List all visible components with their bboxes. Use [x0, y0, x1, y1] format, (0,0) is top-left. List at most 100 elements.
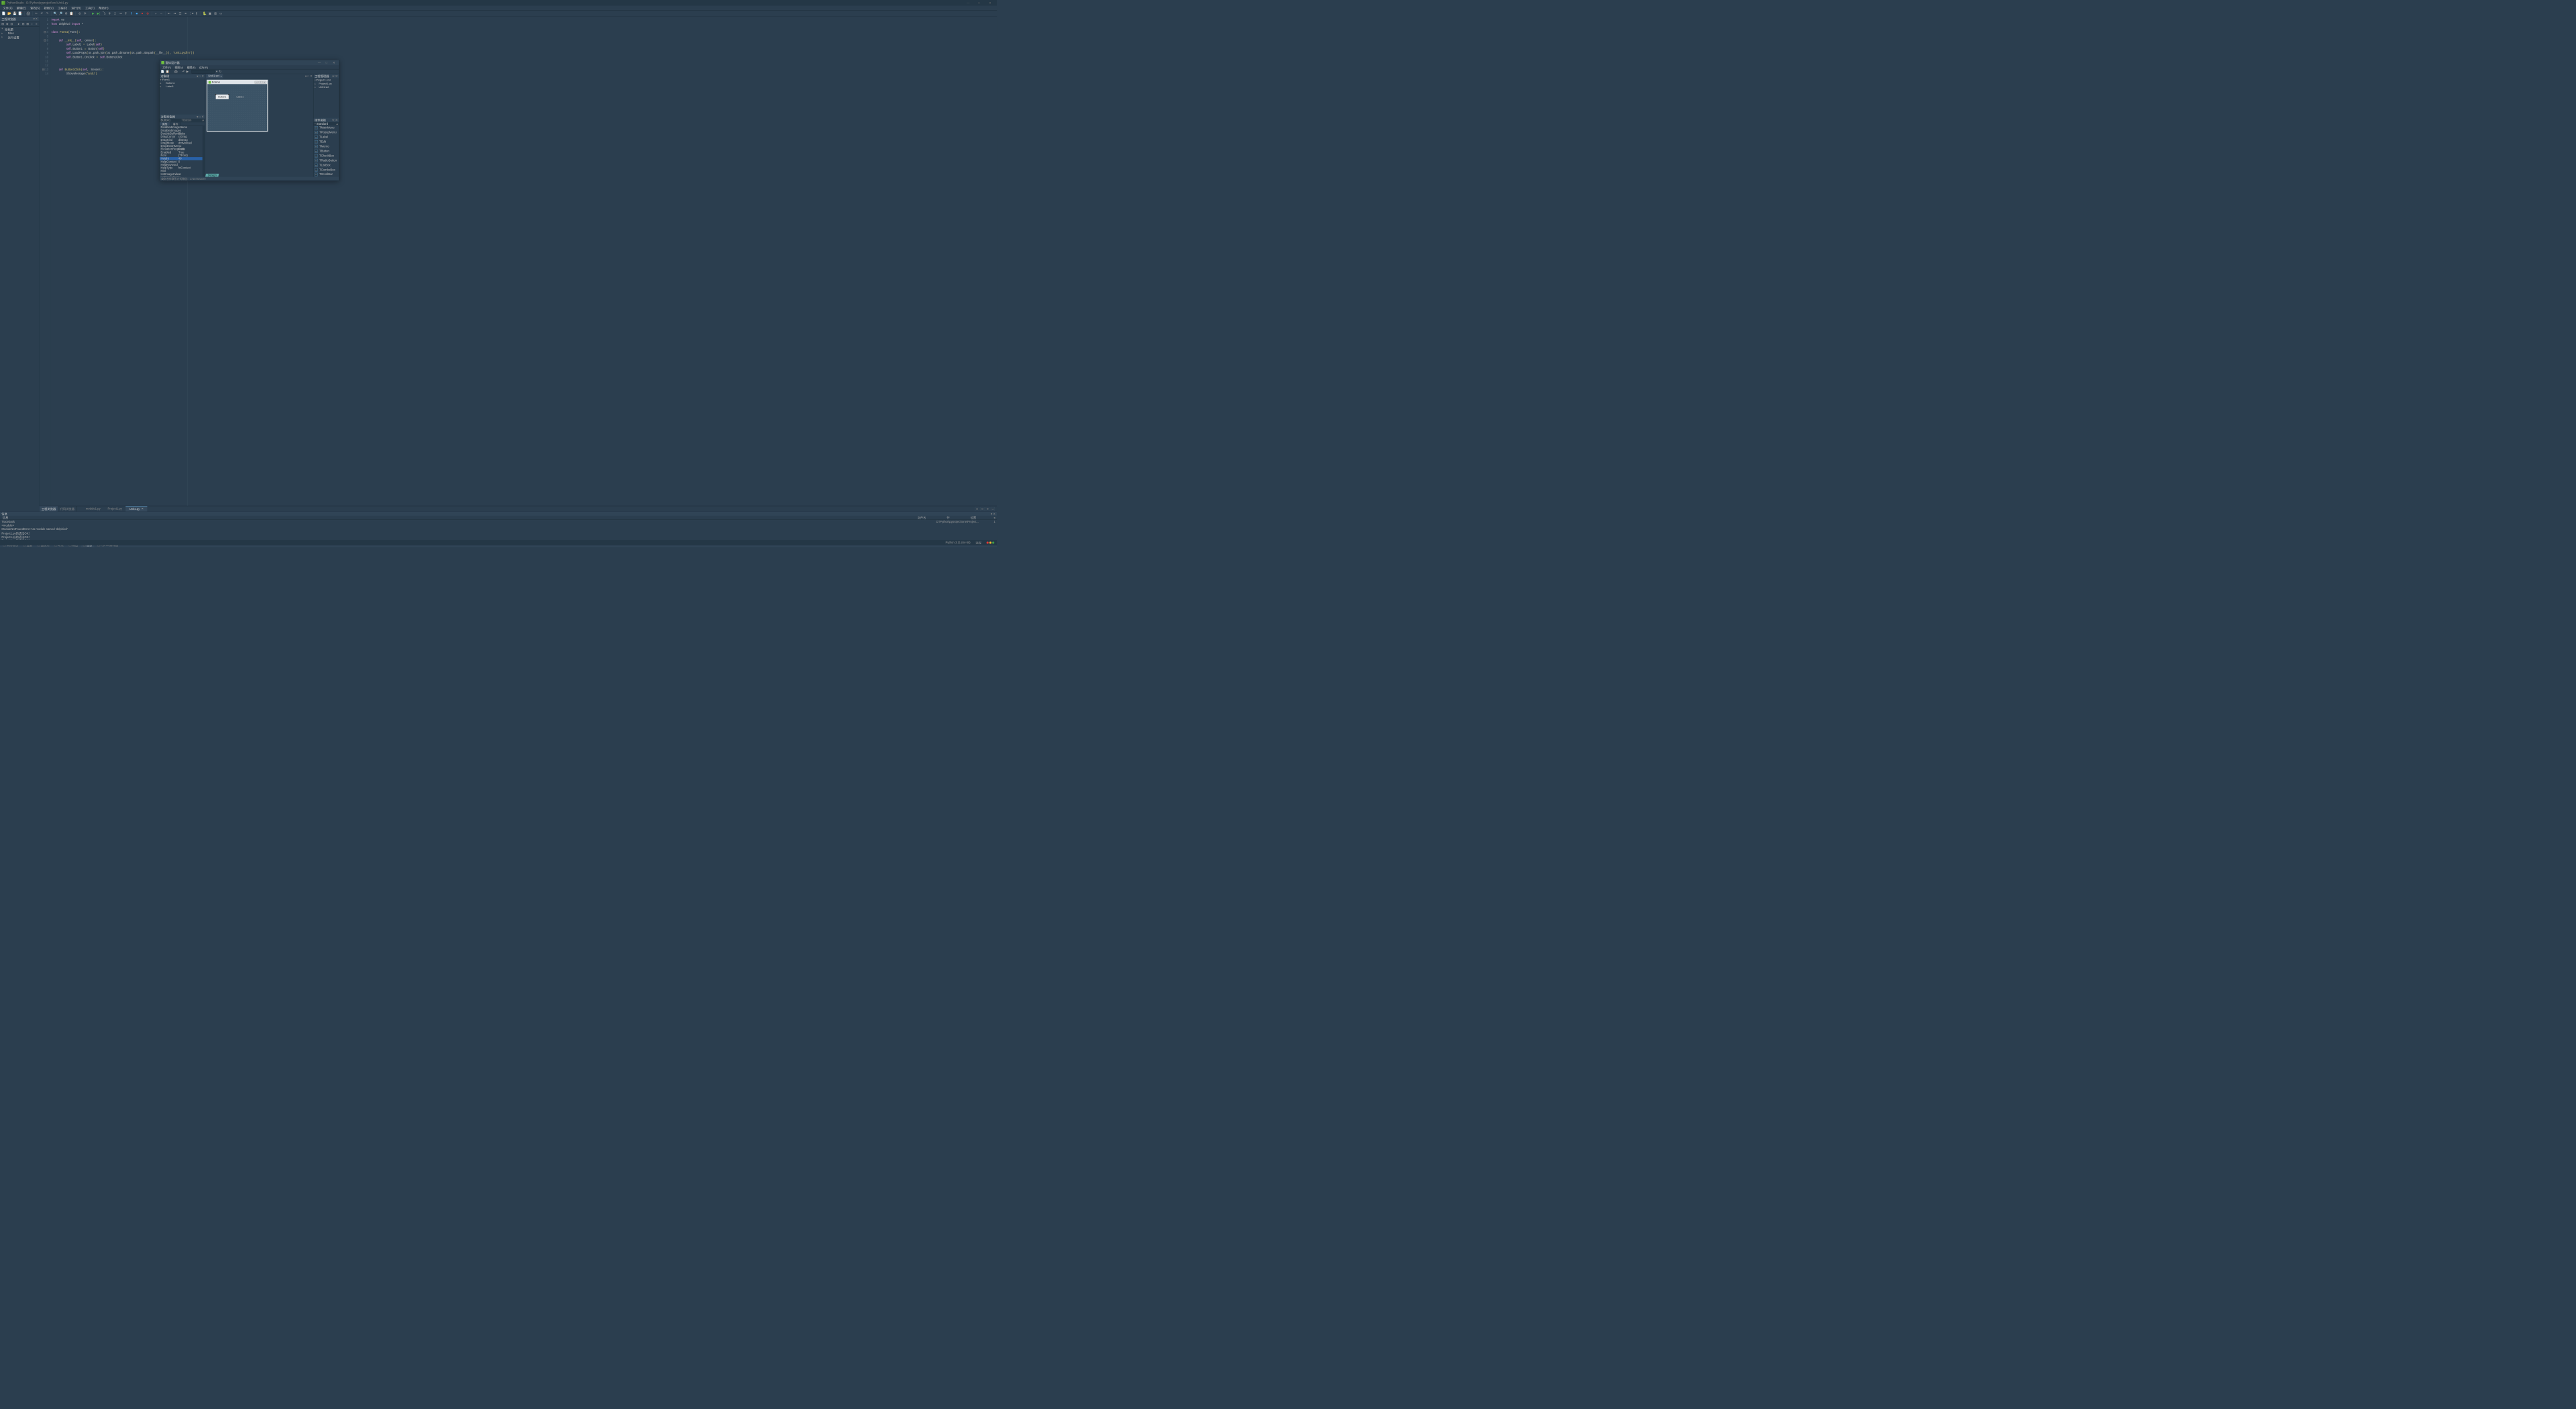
tree-label1[interactable]: Label1 [160, 85, 205, 89]
check-icon[interactable]: ⊘ [77, 11, 82, 15]
python-version[interactable]: Python 3.11 (64-bit) [946, 541, 971, 545]
d-tb-5[interactable]: ▶ [186, 70, 189, 73]
d-tb-6[interactable]: ↻ [219, 70, 221, 73]
sb-icon-3[interactable]: ⊡ [10, 21, 13, 25]
menu-project[interactable]: 工程(P) [56, 6, 69, 10]
split-h-icon[interactable]: ◫ [975, 507, 979, 511]
form-max-icon[interactable]: □ [258, 81, 262, 84]
python-icon[interactable]: 🐍 [202, 11, 207, 15]
pin-icon[interactable]: ▾ [34, 17, 35, 21]
d-combo[interactable] [192, 70, 215, 73]
redo-icon[interactable]: ↷ [45, 11, 50, 15]
file-tab-project1[interactable]: Project1.py [104, 506, 125, 511]
property-grid[interactable]: DisabledImageNameDisabledImagesDoubleBuf… [160, 126, 203, 177]
d-menu-file[interactable]: 文件(F) [161, 65, 173, 69]
sb-icon-2[interactable]: ◈ [5, 21, 9, 25]
d-tb-2[interactable]: 📋 [166, 70, 169, 73]
form-canvas[interactable]: Button1 Label1 [207, 84, 267, 131]
file-tab-module1[interactable]: module1.py [82, 506, 104, 511]
step-out-icon[interactable]: ↥ [113, 11, 117, 15]
run-to-icon[interactable]: ⇥ [118, 11, 123, 15]
d-menu-run[interactable]: 运行(R) [197, 65, 210, 69]
save-icon[interactable]: 💾 [13, 11, 17, 15]
nav-fwd-icon[interactable]: → [159, 11, 164, 15]
msg-close-icon[interactable]: ✕ [993, 513, 996, 516]
undo-icon[interactable]: ↶ [40, 11, 44, 15]
sb-icon-8[interactable]: ≡ [35, 21, 38, 25]
maximize-button[interactable]: □ [973, 1, 984, 5]
close-icon[interactable]: ✕ [142, 508, 144, 511]
debug-icon[interactable]: ▶¦ [97, 11, 101, 15]
close-panel-icon[interactable]: ✕ [36, 17, 38, 21]
find-icon[interactable]: 🔎 [58, 11, 63, 15]
tree-run-config[interactable]: 运行设置 [1, 36, 38, 40]
step-icon[interactable]: ↧ [123, 11, 128, 15]
goto-icon[interactable]: 📋 [69, 11, 74, 15]
format-icon[interactable]: ¶ [194, 11, 199, 15]
message-list[interactable]: Traceback <module>ModuleNotFoundError: N… [0, 520, 934, 543]
sb-icon-1[interactable]: ⊞ [1, 21, 5, 25]
sb-icon-4[interactable]: ▸ [17, 21, 20, 25]
d-menu-edit[interactable]: 编辑(E) [185, 65, 197, 69]
pause-icon[interactable]: ‖ [129, 11, 133, 15]
nav-back-icon[interactable]: ← [154, 11, 158, 15]
palette-item[interactable]: ▭TListBox [313, 163, 339, 168]
mini-tab-code[interactable]: 代码浏览器 [58, 506, 77, 511]
design-button1[interactable]: Button1 [216, 95, 229, 99]
save-all-icon[interactable]: 📑 [18, 11, 23, 15]
remote-status[interactable]: 远程 [975, 541, 981, 545]
layout-btn-icon[interactable]: ▭ [991, 507, 995, 511]
print-icon[interactable]: 🖨 [26, 11, 31, 15]
menu-file[interactable]: 文件(F) [1, 6, 15, 10]
new-icon[interactable]: 📄 [1, 11, 6, 15]
cut-icon[interactable]: ✂ [34, 11, 39, 15]
step-into-icon[interactable]: ⤋ [107, 11, 112, 15]
open-icon[interactable]: 📂 [7, 11, 11, 15]
menu-search[interactable]: 查找(S) [28, 6, 42, 10]
terminal-icon[interactable]: ▣ [208, 11, 213, 15]
d-tb-3[interactable]: 🖨 [174, 70, 177, 73]
search-icon[interactable]: 🔍 [53, 11, 58, 15]
menu-help[interactable]: 帮助(H) [97, 6, 111, 10]
list-icon[interactable]: ≡ [183, 11, 188, 15]
design-form[interactable]: Form1 — □ ✕ Button1 Label1 [207, 80, 268, 132]
sb-icon-7[interactable]: ↕ [30, 21, 34, 25]
palette-item[interactable]: ▭TRadioButton [313, 158, 339, 163]
palette-item[interactable]: ▭TEdit [313, 140, 339, 144]
tab-props[interactable]: 属性 [160, 122, 170, 125]
design-label1[interactable]: Label1 [237, 95, 244, 98]
stop-icon[interactable]: ■ [134, 11, 139, 15]
indent-icon[interactable]: ⇥ [172, 11, 177, 15]
menu-run[interactable]: 运行(R) [69, 6, 83, 10]
code-editor[interactable]: 123⊟45 ⊟678910 1112⊟1314 import os from … [40, 17, 997, 512]
palette-item[interactable]: ▭TScrollBar [313, 172, 339, 177]
close-button[interactable]: ✕ [985, 1, 996, 5]
form-close-icon[interactable]: ✕ [262, 81, 266, 84]
d-tb-1[interactable]: 📄 [161, 70, 164, 73]
designer-close-icon[interactable]: ✕ [331, 61, 337, 64]
palette-item[interactable]: ▭TMainMenu [313, 125, 339, 130]
file-tab-unit1[interactable]: Unit1.py✕ [125, 506, 147, 511]
menu-view[interactable]: 视图(V) [42, 6, 55, 10]
refresh-icon[interactable]: ⟳ [83, 11, 87, 15]
palette-item[interactable]: ▭TMemo [313, 144, 339, 149]
form-icon[interactable]: ▭ [219, 11, 223, 15]
d-menu-view[interactable]: 视图(V) [173, 65, 185, 69]
sb-icon-5[interactable]: ⊟ [21, 21, 25, 25]
outdent-icon[interactable]: ⇤ [167, 11, 172, 15]
bullets-icon[interactable]: ⋮≡ [189, 11, 193, 15]
designer-min-icon[interactable]: — [316, 61, 323, 64]
palette-item[interactable]: ▭TLabel [313, 135, 339, 140]
step-over-icon[interactable]: ⤵ [102, 11, 107, 15]
designer-title-bar[interactable]: 窗体设计器 — □ ✕ [160, 60, 339, 65]
split-v-icon[interactable]: ⊟ [980, 507, 984, 511]
record-icon[interactable]: ● [140, 11, 145, 15]
design-tab[interactable]: Design [205, 174, 219, 177]
palette-item[interactable]: ▭TComboBox [313, 168, 339, 172]
palette-item[interactable]: ▭TButton [313, 149, 339, 154]
palette-item[interactable]: ▭TCheckBox [313, 154, 339, 158]
menu-edit[interactable]: 编辑(E) [15, 6, 28, 10]
proj-sct[interactable]: Unit1.sct [314, 85, 338, 89]
tree-root[interactable]: 无标题 [1, 27, 38, 32]
chevron-down-icon[interactable]: ▾ [216, 70, 217, 73]
